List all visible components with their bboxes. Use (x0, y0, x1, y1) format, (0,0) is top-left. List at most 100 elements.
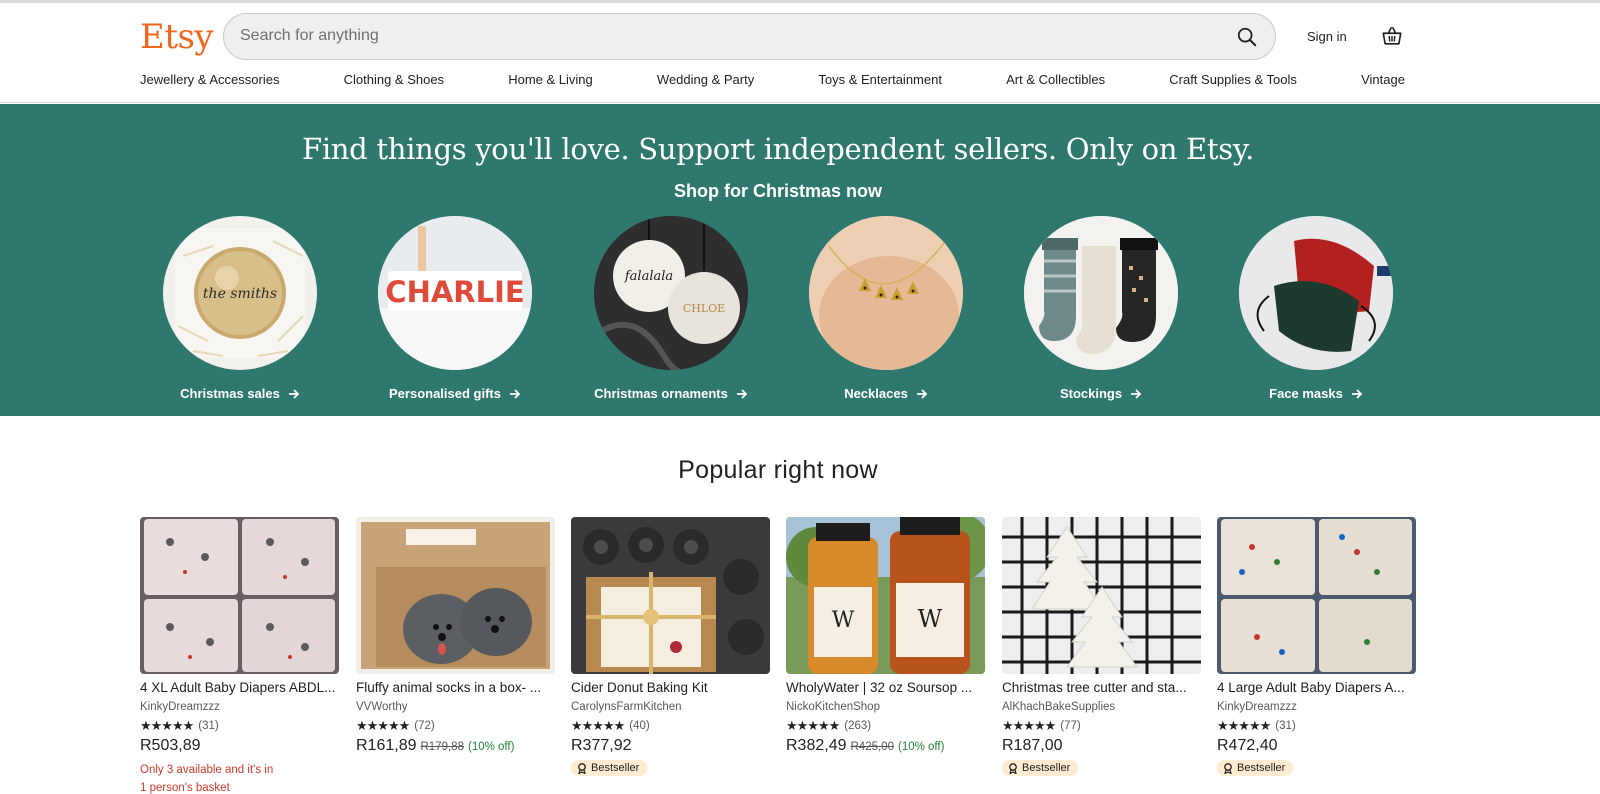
basket-button[interactable] (1377, 21, 1407, 51)
product-card[interactable]: Cider Donut Baking Kit CarolynsFarmKitch… (571, 517, 770, 779)
price: R382,49 (786, 737, 847, 754)
price: R503,89 (140, 737, 201, 754)
star-rating-icon: ★★★★★ (356, 718, 410, 733)
basket-icon (1382, 26, 1402, 45)
star-rating-icon: ★★★★★ (786, 718, 840, 733)
category-toys[interactable]: Toys & Entertainment (818, 72, 942, 96)
category-nav: Jewellery & Accessories Clothing & Shoes… (140, 72, 1405, 96)
circle-label: Necklaces (778, 386, 994, 401)
sign-in-link[interactable]: Sign in (1307, 29, 1347, 44)
bestseller-badge: Bestseller (1217, 760, 1294, 776)
stockings-image (1024, 216, 1178, 370)
rating: ★★★★★ (31) (140, 718, 339, 734)
review-count: (31) (1275, 720, 1296, 732)
circle-christmas-sales[interactable]: the smiths Christmas sales (132, 216, 348, 401)
hero-banner: Find things you'll love. Support indepen… (0, 104, 1600, 416)
circle-label: Stockings (993, 386, 1209, 401)
category-jewellery[interactable]: Jewellery & Accessories (140, 72, 279, 96)
category-craft[interactable]: Craft Supplies & Tools (1169, 72, 1297, 96)
product-image (1002, 517, 1201, 674)
price: R187,00 (1002, 737, 1063, 754)
search-bar (223, 13, 1276, 60)
price-row: R382,49 R425,00 (10% off) (786, 737, 985, 755)
product-image: W W (786, 517, 985, 674)
product-card[interactable]: 4 XL Adult Baby Diapers ABDL... KinkyDre… (140, 517, 339, 794)
arrow-right-icon (1351, 388, 1363, 399)
shop-name: VVWorthy (356, 701, 408, 713)
stock-notice: Only 3 available and it's in 1 person's … (140, 764, 274, 794)
review-count: (77) (1060, 720, 1081, 732)
svg-text:CHLOE: CHLOE (683, 302, 725, 315)
rating: ★★★★★ (263) (786, 718, 985, 734)
product-title: Cider Donut Baking Kit (571, 680, 708, 695)
circle-christmas-ornaments[interactable]: falalala CHLOE Christmas ornaments (563, 216, 779, 401)
original-price: R179,88 (420, 741, 464, 753)
circle-face-masks[interactable]: Face masks (1208, 216, 1424, 401)
product-card[interactable]: 4 Large Adult Baby Diapers A... KinkyDre… (1217, 517, 1416, 779)
award-icon (1009, 762, 1017, 774)
svg-text:CHARLIE: CHARLIE (385, 275, 524, 309)
star-rating-icon: ★★★★★ (571, 718, 625, 733)
face-masks-image (1239, 216, 1393, 370)
product-title: 4 Large Adult Baby Diapers A... (1217, 680, 1405, 695)
price: R377,92 (571, 737, 632, 754)
rating: ★★★★★ (72) (356, 718, 555, 734)
discount: (10% off) (467, 741, 515, 753)
review-count: (72) (414, 720, 435, 732)
shop-name: CarolynsFarmKitchen (571, 701, 682, 713)
personalised-gifts-image: CHARLIE (378, 216, 532, 370)
christmas-sales-image: the smiths (163, 216, 317, 370)
site-header: Etsy Sign in Jewellery & Accessories Clo… (0, 3, 1600, 103)
product-card[interactable]: Fluffy animal socks in a box- ... VVWort… (356, 517, 555, 755)
bestseller-badge: Bestseller (1002, 760, 1079, 776)
circle-label: Christmas sales (132, 386, 348, 401)
category-art[interactable]: Art & Collectibles (1006, 72, 1105, 96)
arrow-right-icon (1131, 388, 1142, 399)
rating: ★★★★★ (31) (1217, 718, 1416, 734)
review-count: (31) (198, 720, 219, 732)
award-icon (1224, 762, 1232, 774)
circle-necklaces[interactable]: Necklaces (778, 216, 994, 401)
shop-name: KinkyDreamzzz (1217, 701, 1297, 713)
star-rating-icon: ★★★★★ (1217, 718, 1271, 733)
circle-label: Personalised gifts (347, 386, 563, 401)
svg-text:falalala: falalala (624, 269, 673, 284)
arrow-right-icon (509, 388, 521, 399)
price-row: R472,40 (1217, 737, 1416, 755)
product-image (571, 517, 770, 674)
arrow-right-icon (916, 388, 928, 399)
circle-personalised-gifts[interactable]: CHARLIE Personalised gifts (347, 216, 563, 401)
category-home[interactable]: Home & Living (508, 72, 593, 96)
product-title: WholyWater | 32 oz Soursop ... (786, 680, 973, 695)
product-title: Christmas tree cutter and sta... (1002, 680, 1187, 695)
svg-text:the smiths: the smiths (203, 286, 277, 302)
christmas-ornaments-image: falalala CHLOE (594, 216, 748, 370)
arrow-right-icon (736, 388, 748, 399)
price-row: R187,00 (1002, 737, 1201, 755)
product-card[interactable]: W W WholyWater | 32 oz Soursop ... Nicko… (786, 517, 985, 755)
circle-stockings[interactable]: Stockings (993, 216, 1209, 401)
product-image (356, 517, 555, 674)
circle-label: Face masks (1208, 386, 1424, 401)
review-count: (40) (629, 720, 650, 732)
original-price: R425,00 (850, 741, 894, 753)
star-rating-icon: ★★★★★ (1002, 718, 1056, 733)
product-card[interactable]: Christmas tree cutter and sta... AlKhach… (1002, 517, 1201, 779)
rating: ★★★★★ (40) (571, 718, 770, 734)
star-rating-icon: ★★★★★ (140, 718, 194, 733)
product-title: 4 XL Adult Baby Diapers ABDL... (140, 680, 336, 695)
shop-name: KinkyDreamzzz (140, 701, 220, 713)
price-row: R503,89 (140, 737, 339, 755)
search-button[interactable] (1229, 19, 1265, 55)
search-input[interactable] (240, 14, 1200, 58)
price: R472,40 (1217, 737, 1278, 754)
product-image (1217, 517, 1416, 674)
category-vintage[interactable]: Vintage (1361, 72, 1405, 96)
award-icon (578, 762, 586, 774)
category-wedding[interactable]: Wedding & Party (657, 72, 754, 96)
etsy-logo[interactable]: Etsy (140, 17, 214, 57)
svg-text:W: W (832, 608, 855, 633)
category-clothing[interactable]: Clothing & Shoes (344, 72, 444, 96)
product-image (140, 517, 339, 674)
search-icon (1237, 27, 1257, 47)
